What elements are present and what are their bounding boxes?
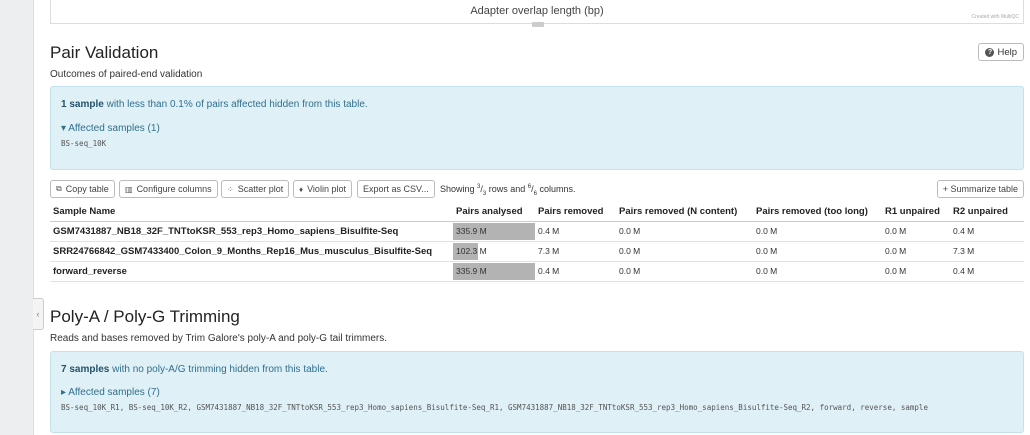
pair-validation-table: Sample Name Pairs analysed Pairs removed… [50, 203, 1024, 282]
columns-icon: ▥ [125, 184, 133, 194]
column-header[interactable]: R2 unpaired [950, 203, 1024, 222]
data-cell: 0.4 M [950, 221, 1024, 242]
table-toolbar: ⧉ Copy table ▥ Configure columns ⁘ Scatter … [50, 180, 1024, 198]
data-cell: 0.0 M [616, 221, 753, 242]
affected-samples-toggle[interactable]: ▾ Affected samples (1) [61, 123, 160, 134]
plot-resize-handle[interactable] [532, 22, 544, 27]
affected-samples-list: BS-seq_10K [61, 139, 107, 148]
report-main: Adapter overlap length (bp) Created with… [34, 0, 1030, 435]
affected-samples-toggle[interactable]: ▸ Affected samples (7) [61, 387, 160, 398]
data-cell: 0.4 M [950, 261, 1024, 282]
column-header[interactable]: R1 unpaired [882, 203, 950, 222]
scatter-plot-button[interactable]: ⁘ Scatter plot [221, 180, 290, 198]
polya-title: Poly-A / Poly-G Trimming [50, 307, 240, 326]
table-row: SRR24766842_GSM7433400_Colon_9_Months_Re… [50, 241, 1024, 262]
export-csv-button[interactable]: Export as CSV... [357, 180, 435, 198]
data-cell: 0.0 M [753, 241, 882, 262]
data-cell: 0.0 M [616, 261, 753, 282]
column-header[interactable]: Pairs analysed [453, 203, 535, 222]
pair-validation-info-box: 1 sample with less than 0.1% of pairs af… [50, 86, 1024, 170]
pairs-analysed-cell: 102.3 M [453, 241, 535, 262]
plot-x-axis-label: Adapter overlap length (bp) [470, 5, 604, 17]
violin-icon: ♦ [299, 184, 304, 194]
data-cell: 0.0 M [882, 221, 950, 242]
pair-validation-title: Pair Validation [50, 43, 159, 62]
left-sidebar [0, 0, 34, 435]
table-row: GSM7431887_NB18_32F_TNTtoKSR_553_rep3_Ho… [50, 221, 1024, 242]
data-cell: 0.0 M [753, 221, 882, 242]
hidden-samples-note: 1 sample with less than 0.1% of pairs af… [61, 99, 368, 110]
table-row: forward_reverse 335.9 M 0.4 M 0.0 M 0.0 … [50, 261, 1024, 282]
adapter-plot-frame: Adapter overlap length (bp) Created with… [50, 0, 1024, 24]
sample-name-cell: GSM7431887_NB18_32F_TNTtoKSR_553_rep3_Ho… [50, 221, 453, 242]
data-cell: 0.0 M [882, 241, 950, 262]
copy-table-button[interactable]: ⧉ Copy table [50, 180, 115, 198]
data-cell: 7.3 M [950, 241, 1024, 262]
sample-name-cell: SRR24766842_GSM7433400_Colon_9_Months_Re… [50, 241, 453, 262]
polya-subtitle: Reads and bases removed by Trim Galore's… [50, 333, 388, 344]
scatter-icon: ⁘ [227, 184, 234, 194]
column-header[interactable]: Pairs removed (too long) [753, 203, 882, 222]
data-cell: 0.0 M [753, 261, 882, 282]
pairs-analysed-cell: 335.9 M [453, 261, 535, 282]
hidden-samples-note: 7 samples with no poly-A/G trimming hidd… [61, 364, 328, 375]
sample-name-cell: forward_reverse [50, 261, 453, 282]
copy-icon: ⧉ [56, 184, 62, 193]
data-cell: 0.0 M [882, 261, 950, 282]
affected-samples-list: BS-seq_10K_R1, BS-seq_10K_R2, GSM7431887… [61, 403, 928, 412]
data-cell: 0.0 M [616, 241, 753, 262]
table-header-row: Sample Name Pairs analysed Pairs removed… [50, 203, 1024, 222]
summarize-table-button[interactable]: + Summarize table [936, 180, 1024, 198]
column-header[interactable]: Sample Name [50, 203, 453, 222]
plot-credit: Created with MultiQC [971, 14, 1019, 20]
data-cell: 0.4 M [535, 261, 616, 282]
column-header[interactable]: Pairs removed [535, 203, 616, 222]
data-cell: 7.3 M [535, 241, 616, 262]
violin-plot-button[interactable]: ♦ Violin plot [293, 180, 352, 198]
help-label: Help [997, 46, 1017, 58]
question-icon: ? [985, 47, 995, 57]
data-cell: 0.4 M [535, 221, 616, 242]
column-header[interactable]: Pairs removed (N content) [616, 203, 753, 222]
pairs-analysed-cell: 335.9 M [453, 221, 535, 242]
polya-info-box: 7 samples with no poly-A/G trimming hidd… [50, 351, 1024, 433]
table-status: Showing 3/3 rows and 6/6 columns. [440, 184, 576, 197]
configure-columns-button[interactable]: ▥ Configure columns [119, 180, 218, 198]
help-button[interactable]: ? Help [978, 43, 1024, 61]
pair-validation-subtitle: Outcomes of paired-end validation [50, 69, 203, 80]
